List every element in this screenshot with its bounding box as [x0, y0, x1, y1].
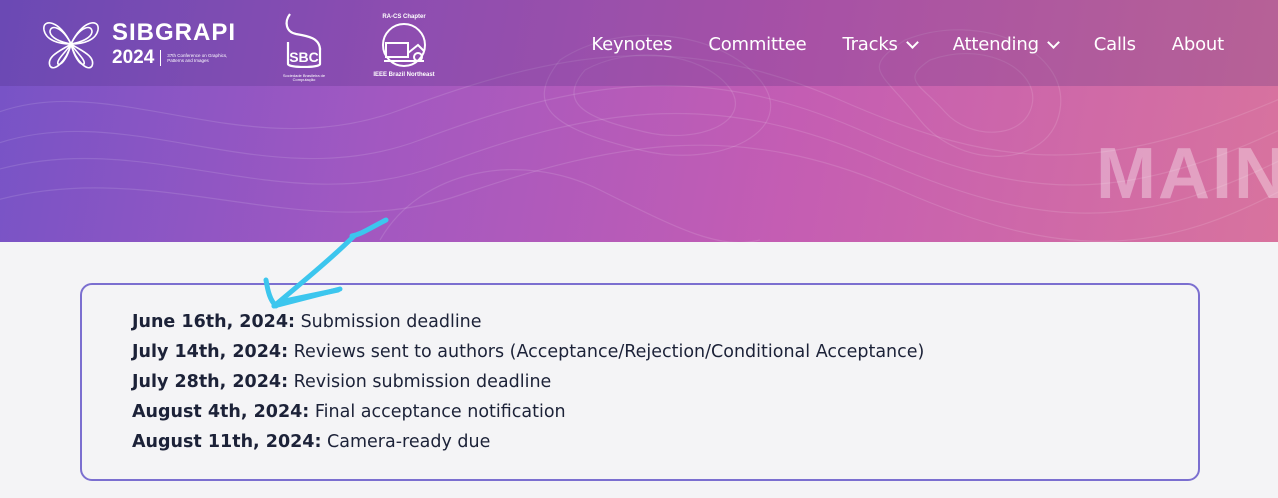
nav-keynotes-label: Keynotes: [591, 33, 673, 55]
ieee-ras-logo[interactable]: RA-CS Chapter IEEE Brazil Northeast: [366, 14, 442, 78]
brand-separator: [160, 50, 162, 66]
nav-tracks[interactable]: Tracks: [842, 33, 919, 55]
hero-banner: SIBGRAPI 2024 37th Conference on Graphic…: [0, 0, 1278, 242]
date-item: July 14th, 2024: Reviews sent to authors…: [132, 337, 924, 367]
date-label: August 11th, 2024:: [132, 432, 322, 452]
nav-committee-label: Committee: [708, 33, 807, 55]
nav-about-label: About: [1171, 33, 1224, 55]
date-description: Final acceptance notification: [309, 402, 566, 422]
brand-year: 2024: [112, 47, 155, 68]
page-title: MAIN: [1096, 134, 1278, 214]
robot-arm-icon: [382, 23, 426, 67]
date-description: Camera-ready due: [321, 432, 491, 452]
date-description: Reviews sent to authors (Acceptance/Reje…: [288, 342, 925, 362]
nav-about[interactable]: About: [1172, 34, 1224, 55]
nav-calls[interactable]: Calls: [1094, 34, 1136, 55]
date-label: July 14th, 2024:: [132, 342, 289, 362]
date-label: June 16th, 2024:: [132, 312, 296, 332]
brand-subtitle: 37th Conference on Graphics, Patterns an…: [167, 53, 228, 63]
nav-attending-label: Attending: [952, 33, 1039, 55]
dates-list: June 16th, 2024: Submission deadline Jul…: [132, 307, 924, 457]
top-nav: SIBGRAPI 2024 37th Conference on Graphic…: [0, 0, 1278, 86]
nav-attending[interactable]: Attending: [952, 33, 1060, 55]
date-item: August 11th, 2024: Camera-ready due: [132, 427, 924, 457]
chevron-down-icon: [1046, 35, 1060, 49]
brand-name: SIBGRAPI: [112, 19, 237, 46]
date-item: July 28th, 2024: Revision submission dea…: [132, 367, 924, 397]
date-label: July 28th, 2024:: [132, 372, 289, 392]
sbc-logo[interactable]: SBC Sociedade Brasileira de Computação: [280, 12, 328, 82]
nav-committee[interactable]: Committee: [708, 34, 806, 55]
date-label: August 4th, 2024:: [132, 402, 310, 422]
chevron-down-icon: [905, 35, 919, 49]
nav-tracks-label: Tracks: [842, 33, 898, 55]
main-menu: Keynotes Committee Tracks Attending Call…: [555, 0, 1224, 88]
arrow-annotation-icon: [263, 217, 389, 309]
important-dates-box: June 16th, 2024: Submission deadline Jul…: [80, 283, 1200, 481]
date-item: August 4th, 2024: Final acceptance notif…: [132, 397, 924, 427]
butterfly-icon: [43, 22, 99, 69]
nav-calls-label: Calls: [1093, 33, 1136, 55]
ras-chapter-label: RA-CS Chapter: [382, 14, 426, 20]
sbc-emblem-icon: SBC: [285, 13, 322, 69]
date-description: Revision submission deadline: [288, 372, 552, 392]
ras-ieee-label: IEEE Brazil Northeast: [373, 72, 435, 78]
sibgrapi-logo[interactable]: SIBGRAPI 2024 37th Conference on Graphic…: [40, 16, 236, 72]
date-description: Submission deadline: [295, 312, 482, 332]
sbc-caption: Sociedade Brasileira de Computação: [282, 73, 326, 82]
nav-keynotes[interactable]: Keynotes: [591, 34, 672, 55]
sbc-label: SBC: [289, 49, 319, 65]
